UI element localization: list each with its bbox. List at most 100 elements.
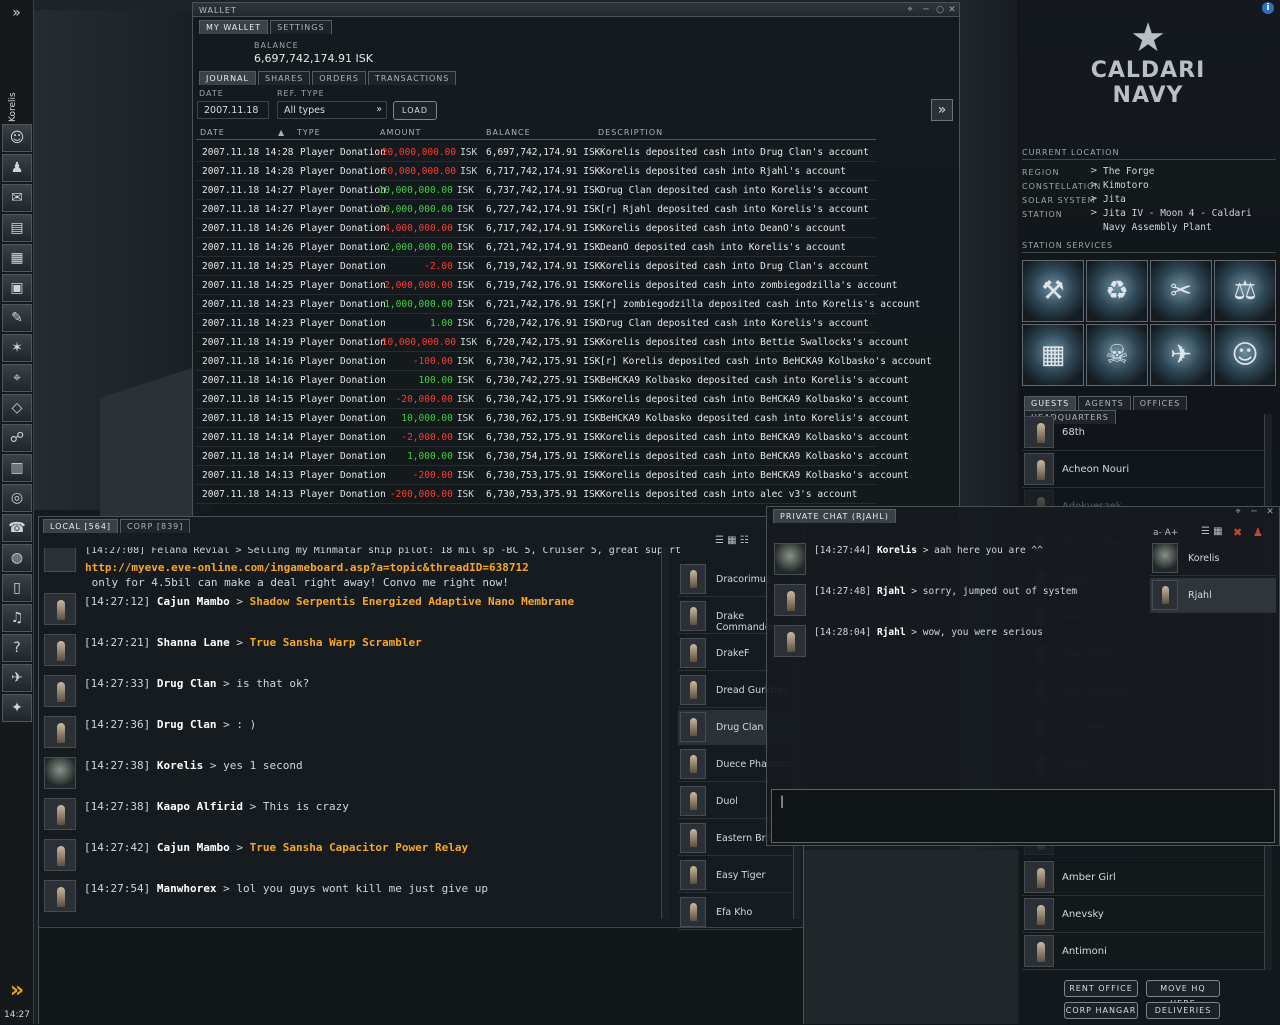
chat-scrollbar[interactable] xyxy=(661,547,669,919)
guest-row[interactable]: Acheon Nouri xyxy=(1022,451,1266,488)
message-sender[interactable]: Rjahl xyxy=(877,586,906,597)
message-sender[interactable]: Rjahl xyxy=(877,627,906,638)
load-button[interactable]: LOAD xyxy=(393,101,437,120)
journal-row[interactable]: 2007.11.18 14:13 Player Donation -200.00 IS… xyxy=(196,466,909,485)
audio-icon[interactable]: ♫ xyxy=(2,604,32,632)
journal-row[interactable]: 2007.11.18 14:15 Player Donation -20,000.0… xyxy=(196,390,909,409)
minimize-icon[interactable]: ─ xyxy=(1249,507,1259,517)
close-icon[interactable]: ✕ xyxy=(1265,507,1275,517)
calculator-icon[interactable]: ▥ xyxy=(2,454,32,482)
message-sender[interactable]: Kaapo Alfirid xyxy=(157,800,243,813)
location-value[interactable]: Kimotoro xyxy=(1103,180,1149,191)
tab-journal[interactable]: JOURNAL xyxy=(199,71,256,85)
location-value[interactable]: Jita IV - Moon 4 - Caldari xyxy=(1103,208,1252,219)
tab-transactions[interactable]: TRANSACTIONS xyxy=(367,71,457,85)
item-link[interactable]: True Sansha Warp Scrambler xyxy=(250,636,422,649)
col-date[interactable]: DATE xyxy=(200,128,225,137)
drones-icon[interactable]: ✦ xyxy=(2,694,32,722)
guest-row[interactable]: Antimoni xyxy=(1022,933,1266,970)
journal-row[interactable]: 2007.11.18 14:23 Player Donation 1.00 ISK 6,… xyxy=(196,314,876,333)
ship-hangar-icon[interactable]: ✈ xyxy=(1150,324,1212,386)
col-description[interactable]: DESCRIPTION xyxy=(598,128,663,137)
journal-row[interactable]: 2007.11.18 14:25 Player Donation -2.00 ISK 6… xyxy=(196,257,876,276)
list-mode-icon[interactable]: ☰ ▦ ☷ xyxy=(715,535,749,546)
contracts-icon[interactable]: ✎ xyxy=(2,304,32,332)
fitting-icon[interactable]: ◇ xyxy=(2,394,32,422)
message-sender[interactable]: Cajun Mambo xyxy=(157,595,230,608)
tab-offices[interactable]: OFFICES xyxy=(1132,396,1188,410)
expand-arrows-icon[interactable]: » xyxy=(4,980,30,1004)
pin-icon[interactable]: ⌖ xyxy=(905,5,915,15)
font-size-controls[interactable]: a- A+ xyxy=(1153,528,1178,538)
repair-shop-icon[interactable]: ⚒ xyxy=(1022,260,1084,322)
factory-icon[interactable]: ♻ xyxy=(1086,260,1148,322)
journal-row[interactable]: 2007.11.18 14:19 Player Donation -10,000,0… xyxy=(196,333,909,352)
pin-icon[interactable]: ⌖ xyxy=(1233,507,1243,517)
portrait-icon[interactable] xyxy=(44,880,76,912)
people-icon[interactable]: ♟ xyxy=(2,154,32,182)
corp-icon[interactable]: ☍ xyxy=(2,424,32,452)
message-sender[interactable]: Cajun Mambo xyxy=(157,841,230,854)
tab-my-wallet[interactable]: MY WALLET xyxy=(199,20,269,34)
tab-corp[interactable]: CORP [839] xyxy=(120,519,191,533)
journal-row[interactable]: 2007.11.18 14:28 Player Donation -20,000,0… xyxy=(196,143,876,162)
tab-agents[interactable]: AGENTS xyxy=(1078,396,1131,410)
bounty-office-icon[interactable]: ☠ xyxy=(1086,324,1148,386)
journal-row[interactable]: 2007.11.18 14:16 Player Donation 100.00 ISK… xyxy=(196,371,909,390)
expand-neocom-button[interactable]: » xyxy=(0,0,33,26)
message-sender[interactable]: Drug Clan xyxy=(157,718,217,731)
portrait-icon[interactable] xyxy=(44,757,76,789)
reftype-select[interactable]: All types » xyxy=(277,101,387,119)
mail-icon[interactable]: ✉ xyxy=(2,184,32,212)
member-row[interactable]: Easy Tiger xyxy=(678,858,792,893)
market-icon[interactable]: ▦ xyxy=(2,244,32,272)
tab-settings[interactable]: SETTINGS xyxy=(270,20,332,34)
portrait-icon[interactable] xyxy=(44,675,76,707)
info-icon[interactable]: i xyxy=(1262,2,1274,14)
message-sender[interactable]: Korelis xyxy=(877,545,917,556)
tab-local[interactable]: LOCAL [564] xyxy=(43,519,119,533)
character-sheet-icon[interactable]: ☺ xyxy=(2,124,32,152)
item-link[interactable]: True Sansha Capacitor Power Relay xyxy=(250,841,469,854)
chat-view-icons[interactable]: ☰ ▦ xyxy=(1201,526,1223,537)
restore-icon[interactable]: ○ xyxy=(935,5,945,15)
journal-row[interactable]: 2007.11.18 14:14 Player Donation 1,000.00 I… xyxy=(196,447,909,466)
col-balance[interactable]: BALANCE xyxy=(486,128,531,137)
guest-row[interactable]: Anevsky xyxy=(1022,896,1266,933)
journal-row[interactable]: 2007.11.18 14:26 Player Donation -4,000,00… xyxy=(196,219,876,238)
invite-icon[interactable]: ♟ xyxy=(1253,526,1263,539)
journal-row[interactable]: 2007.11.18 14:14 Player Donation -2,000.00… xyxy=(196,428,909,447)
col-type[interactable]: TYPE xyxy=(297,128,321,137)
expand-journal-icon[interactable]: » xyxy=(931,99,953,121)
journal-row[interactable]: 2007.11.18 14:25 Player Donation -2,000,00… xyxy=(196,276,897,295)
message-sender[interactable]: Korelis xyxy=(157,759,203,772)
lifebuoy-icon[interactable]: ◎ xyxy=(2,484,32,512)
contacts-icon[interactable]: ☎ xyxy=(2,514,32,542)
tab-private-chat[interactable]: PRIVATE CHAT (RJAHL) xyxy=(773,509,896,523)
guest-row[interactable]: Amber Girl xyxy=(1022,859,1266,896)
portrait-icon[interactable] xyxy=(774,543,806,575)
rent-office-button[interactable]: RENT OFFICE xyxy=(1064,980,1138,997)
journal-row[interactable]: 2007.11.18 14:28 Player Donation -20,000,0… xyxy=(196,162,876,181)
location-value[interactable]: The Forge xyxy=(1103,166,1154,177)
help-icon[interactable]: ? xyxy=(2,634,32,662)
fleet-icon[interactable]: ✈ xyxy=(2,664,32,692)
block-icon[interactable]: ✖ xyxy=(1233,526,1242,539)
portrait-icon[interactable] xyxy=(44,716,76,748)
journal-icon[interactable]: ▯ xyxy=(2,574,32,602)
reprocessing-icon[interactable]: ✂ xyxy=(1150,260,1212,322)
scanner-icon[interactable]: ⌖ xyxy=(2,364,32,392)
message-sender[interactable]: Shanna Lane xyxy=(157,636,230,649)
private-member-row[interactable]: Rjahl xyxy=(1150,578,1276,613)
message-sender[interactable]: Manwhorex xyxy=(157,882,217,895)
tab-guests[interactable]: GUESTS xyxy=(1024,396,1077,410)
journal-row[interactable]: 2007.11.18 14:15 Player Donation 10,000.00… xyxy=(196,409,909,428)
journal-row[interactable]: 2007.11.18 14:26 Player Donation 2,000,000… xyxy=(196,238,876,257)
minimize-icon[interactable]: ─ xyxy=(921,5,931,15)
tab-orders[interactable]: ORDERS xyxy=(312,71,366,85)
browser-icon[interactable]: ◍ xyxy=(2,544,32,572)
portrait-icon[interactable] xyxy=(774,625,806,657)
assets-icon[interactable]: ▣ xyxy=(2,274,32,302)
agents-service-icon[interactable]: ☺ xyxy=(1214,324,1276,386)
portrait-icon[interactable] xyxy=(44,593,76,625)
